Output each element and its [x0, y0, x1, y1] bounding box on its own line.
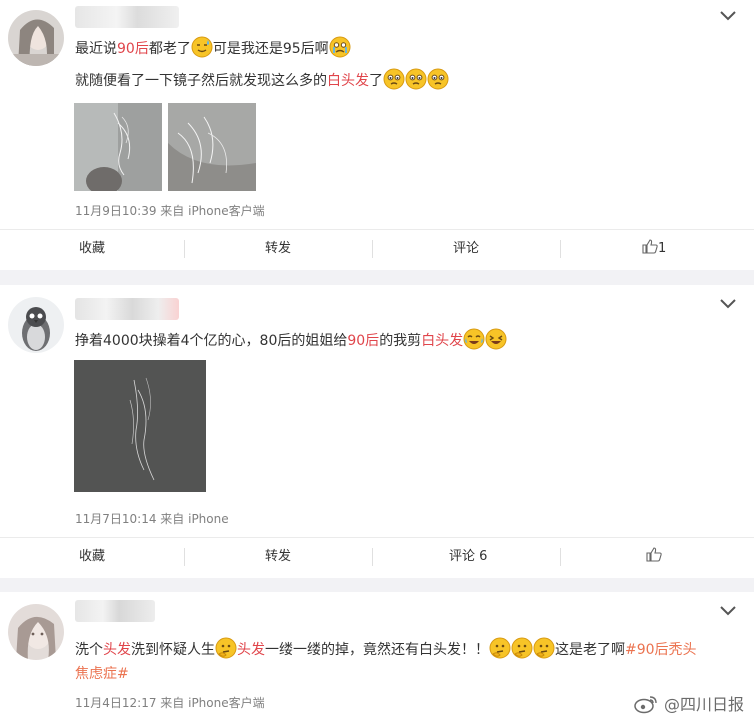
- thinking-emoji-icon: [215, 637, 237, 659]
- favorite-button[interactable]: 收藏: [79, 538, 105, 576]
- weibo-logo-icon: [634, 696, 657, 714]
- divider: [372, 548, 373, 566]
- watermark-text: @四川日报: [663, 695, 744, 714]
- sweat-smile-emoji-icon: [191, 36, 213, 58]
- thumb-up-icon: [642, 239, 658, 254]
- username-blurred[interactable]: [75, 298, 179, 320]
- post-photo-1[interactable]: [74, 360, 206, 492]
- avatar[interactable]: [8, 10, 64, 66]
- keyword-hair: 头发: [103, 642, 131, 658]
- post-timestamp-source: 11月9日10:39 来自 iPhone客户端: [75, 204, 265, 218]
- sad-emoji-icon: [383, 68, 405, 90]
- chevron-down-icon[interactable]: [720, 11, 736, 21]
- like-count: 1: [658, 241, 667, 256]
- post-photo-2[interactable]: [168, 103, 256, 191]
- post-text-line-1: 挣着4000块操着4个亿的心，80后的姐姐给90后的我剪白头发: [75, 328, 507, 353]
- post-text-line-1: 洗个头发洗到怀疑人生 头发一缕一缕的掉，竟然还有白头发！！ 这是老了啊#90后秃头: [75, 637, 697, 662]
- post-card-3: 洗个头发洗到怀疑人生 头发一缕一缕的掉，竟然还有白头发！！ 这是老了啊#90后秃头 …: [0, 592, 754, 721]
- divider: [184, 240, 185, 258]
- photo-image: [168, 103, 256, 191]
- laughing-emoji-icon: [485, 328, 507, 350]
- thumb-up-icon: [646, 547, 662, 562]
- avatar[interactable]: [8, 604, 64, 660]
- keyword-90s: 90后: [347, 333, 380, 349]
- post-photo-1[interactable]: [74, 103, 162, 191]
- chevron-down-icon[interactable]: [720, 299, 736, 309]
- avatar-image: [8, 10, 64, 66]
- avatar-image: [8, 604, 64, 660]
- action-bar: 收藏 转发 评论 6: [0, 537, 754, 576]
- action-bar: 收藏 转发 评论 1: [0, 229, 754, 268]
- sad-emoji-icon: [405, 68, 427, 90]
- topic-link[interactable]: #90后秃头: [625, 642, 697, 658]
- divider: [560, 548, 561, 566]
- chevron-down-icon[interactable]: [720, 606, 736, 616]
- post-text-line-2: 就随便看了一下镜子然后就发现这么多的白头发了: [75, 68, 449, 93]
- like-button[interactable]: [646, 538, 662, 576]
- avatar-image: [8, 297, 64, 353]
- comment-button[interactable]: 评论: [453, 230, 479, 268]
- repost-button[interactable]: 转发: [265, 538, 291, 576]
- thinking-emoji-icon: [489, 637, 511, 659]
- sad-emoji-icon: [427, 68, 449, 90]
- post-card-2: 挣着4000块操着4个亿的心，80后的姐姐给90后的我剪白头发 11月7日10:…: [0, 285, 754, 578]
- username-blurred[interactable]: [75, 6, 179, 28]
- like-button[interactable]: 1: [642, 230, 666, 268]
- post-text-line-2: 焦虑症#: [75, 662, 129, 686]
- photo-image: [74, 360, 206, 492]
- favorite-button[interactable]: 收藏: [79, 230, 105, 268]
- divider: [184, 548, 185, 566]
- post-timestamp-source: 11月4日12:17 来自 iPhone客户端: [75, 696, 265, 710]
- crying-emoji-icon: [329, 36, 351, 58]
- post-timestamp-source: 11月7日10:14 来自 iPhone: [75, 512, 229, 526]
- keyword-white-hair: 白头发: [421, 333, 464, 349]
- thinking-emoji-icon: [533, 637, 555, 659]
- username-blurred[interactable]: [75, 600, 155, 622]
- divider: [372, 240, 373, 258]
- repost-button[interactable]: 转发: [265, 230, 291, 268]
- thinking-emoji-icon: [511, 637, 533, 659]
- divider: [560, 240, 561, 258]
- photo-image: [74, 103, 162, 191]
- avatar[interactable]: [8, 297, 64, 353]
- watermark: @四川日报: [633, 691, 744, 715]
- comment-button[interactable]: 评论 6: [449, 538, 487, 576]
- tears-of-joy-emoji-icon: [463, 328, 485, 350]
- keyword-white-hair: 白头发: [327, 73, 369, 89]
- keyword-90s: 90后: [117, 41, 149, 57]
- keyword-hair: 头发: [237, 642, 265, 658]
- post-card-1: 最近说90后都老了 可是我还是95后啊 就随便看了一下镜子然后就发现这么多的白头发…: [0, 0, 754, 270]
- post-text-line-1: 最近说90后都老了 可是我还是95后啊: [75, 36, 351, 61]
- topic-link-continued[interactable]: 焦虑症#: [75, 666, 129, 682]
